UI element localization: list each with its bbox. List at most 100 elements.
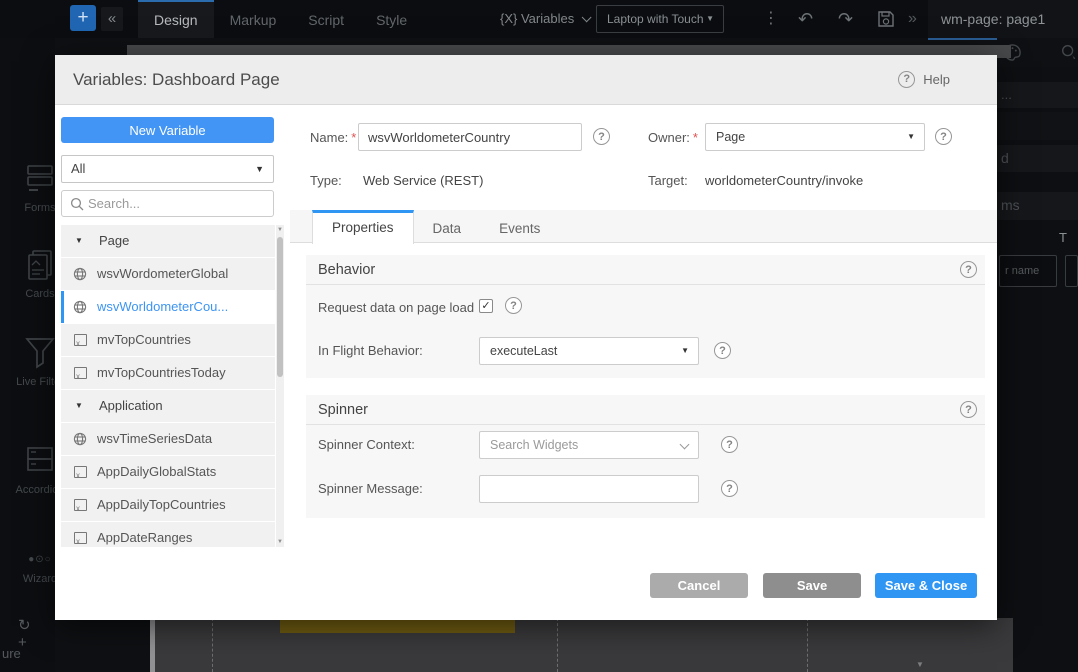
tree-item[interactable]: x AppDateRanges [61, 522, 275, 547]
variable-filter-select[interactable]: All ▼ [61, 155, 274, 183]
device-selector[interactable]: Laptop with Touch ▼ [596, 5, 724, 33]
in-flight-value: executeLast [490, 344, 557, 358]
spinner-context-select[interactable]: Search Widgets [479, 431, 699, 459]
tab-script[interactable]: Script [292, 0, 360, 38]
tree-item-selected[interactable]: wsvWorldometerCou... [61, 291, 275, 323]
tab-style[interactable]: Style [360, 0, 423, 38]
variable-search [61, 190, 274, 217]
search-input[interactable] [88, 192, 268, 215]
dialog-title: Variables: Dashboard Page [73, 55, 280, 104]
panel-input-fragment[interactable]: r name [999, 255, 1057, 287]
tree-item[interactable]: x mvTopCountries [61, 324, 275, 356]
panel-row: ... [997, 82, 1078, 108]
help-icon[interactable]: ? [721, 480, 738, 497]
spinner-context-placeholder: Search Widgets [490, 438, 578, 452]
target-label: Target: [648, 173, 688, 188]
in-flight-select[interactable]: executeLast ▼ [479, 337, 699, 365]
more-options-icon[interactable]: ⋮ [763, 0, 779, 38]
panel-row [997, 112, 1078, 140]
refresh-add-icons[interactable]: ↻ + [18, 616, 55, 651]
spinner-message-field[interactable] [479, 475, 699, 503]
dropdown-arrow-icon: ▼ [706, 6, 714, 32]
request-data-checkbox[interactable]: ✓ [479, 299, 493, 313]
variable-name: AppDateRanges [97, 522, 192, 547]
widget-palette: Forms Cards Live Filter Accordion ●⊙○ Wi… [0, 38, 55, 672]
caret-down-icon: ▼ [75, 390, 83, 422]
tree-item[interactable]: x AppDailyGlobalStats [61, 456, 275, 488]
name-field[interactable] [358, 123, 582, 151]
palette-item-wizard[interactable]: ●⊙○ Wizard [0, 554, 55, 620]
help-icon[interactable]: ? [960, 261, 977, 278]
help-link[interactable]: ? Help [923, 55, 950, 104]
wizard-icon: ●⊙○ [0, 554, 55, 565]
owner-value: Page [716, 130, 745, 144]
help-icon[interactable]: ? [505, 297, 522, 314]
help-icon[interactable]: ? [593, 128, 610, 145]
wavemaker-studio: + « Design Markup Script Style {X} Varia… [0, 0, 1078, 672]
variables-menu-label: {X} Variables [500, 11, 574, 26]
palette-item-live-filter[interactable]: Live Filter [0, 334, 55, 400]
required-asterisk: * [693, 130, 698, 145]
behavior-section-title: Behavior ? [306, 255, 985, 285]
page-breadcrumb[interactable]: wm-page: page1 [928, 0, 1078, 38]
dialog-footer: Cancel Save Save & Close [55, 565, 997, 620]
mode-tabs: Design Markup Script Style [138, 0, 423, 38]
tree-group-application[interactable]: ▼ Application [61, 390, 275, 422]
collapse-left-icon[interactable]: « [101, 7, 123, 31]
request-data-label: Request data on page load [318, 300, 474, 315]
cancel-button[interactable]: Cancel [650, 573, 748, 598]
inspect-icon[interactable] [1060, 43, 1078, 61]
new-variable-button[interactable]: New Variable [61, 117, 274, 143]
chevron-down-icon [680, 440, 690, 450]
tree-item[interactable]: x AppDailyTopCountries [61, 489, 275, 521]
add-icon[interactable]: + [70, 5, 96, 31]
palette-label: Live Filter [0, 376, 55, 388]
name-label: Name:* [310, 130, 356, 145]
grid-column-line [557, 618, 558, 672]
help-icon[interactable]: ? [960, 401, 977, 418]
help-icon[interactable]: ? [721, 436, 738, 453]
scrollbar-thumb[interactable] [277, 237, 283, 377]
forms-icon [24, 162, 55, 196]
tree-group-page[interactable]: ▼ Page [61, 225, 275, 257]
tree-scrollbar[interactable]: ▼ ▼ [276, 225, 284, 547]
panel-input-fragment[interactable] [1065, 255, 1078, 287]
tree-item[interactable]: wsvTimeSeriesData [61, 423, 275, 455]
group-label: Page [99, 225, 129, 257]
tab-events[interactable]: Events [480, 210, 559, 242]
palette-item-accordion[interactable]: Accordion [0, 444, 55, 510]
tree-item[interactable]: wsvWordometerGlobal [61, 258, 275, 290]
undo-icon[interactable]: ↶ [798, 0, 813, 38]
variable-name: mvTopCountries [97, 324, 191, 356]
variables-dialog: Variables: Dashboard Page ? Help New Var… [55, 55, 997, 620]
expand-right-icon[interactable]: » [908, 0, 917, 38]
tab-design[interactable]: Design [138, 0, 214, 38]
owner-select[interactable]: Page ▼ [705, 123, 925, 151]
behavior-section: Behavior ? Request data on page load ✓ ?… [306, 255, 985, 378]
tab-properties[interactable]: Properties [312, 210, 414, 244]
save-icon[interactable] [876, 9, 896, 34]
help-icon[interactable]: ? [714, 342, 731, 359]
redo-icon[interactable]: ↷ [838, 0, 853, 38]
variable-name: AppDailyTopCountries [97, 489, 226, 521]
tab-data[interactable]: Data [414, 210, 481, 242]
variable-name: wsvTimeSeriesData [97, 423, 212, 455]
variable-name: mvTopCountriesToday [97, 357, 226, 389]
variable-name: AppDailyGlobalStats [97, 456, 216, 488]
palette-label: Wizard [0, 573, 55, 585]
save-and-close-button[interactable]: Save & Close [875, 573, 977, 598]
help-icon[interactable]: ? [935, 128, 952, 145]
scroll-down-icon[interactable]: ▼ [276, 539, 284, 545]
filter-value: All [71, 161, 85, 176]
cards-icon [24, 248, 55, 282]
spinner-section-title: Spinner ? [306, 395, 985, 425]
tree-item[interactable]: x mvTopCountriesToday [61, 357, 275, 389]
tab-markup[interactable]: Markup [214, 0, 293, 38]
palette-item-cards[interactable]: Cards [0, 248, 55, 314]
web-service-icon [73, 300, 87, 314]
model-variable-icon: x [74, 532, 87, 544]
palette-item-forms[interactable]: Forms [0, 162, 55, 228]
scroll-up-icon[interactable]: ▼ [276, 227, 284, 233]
save-button[interactable]: Save [763, 573, 861, 598]
variables-menu[interactable]: {X} Variables [500, 0, 588, 38]
